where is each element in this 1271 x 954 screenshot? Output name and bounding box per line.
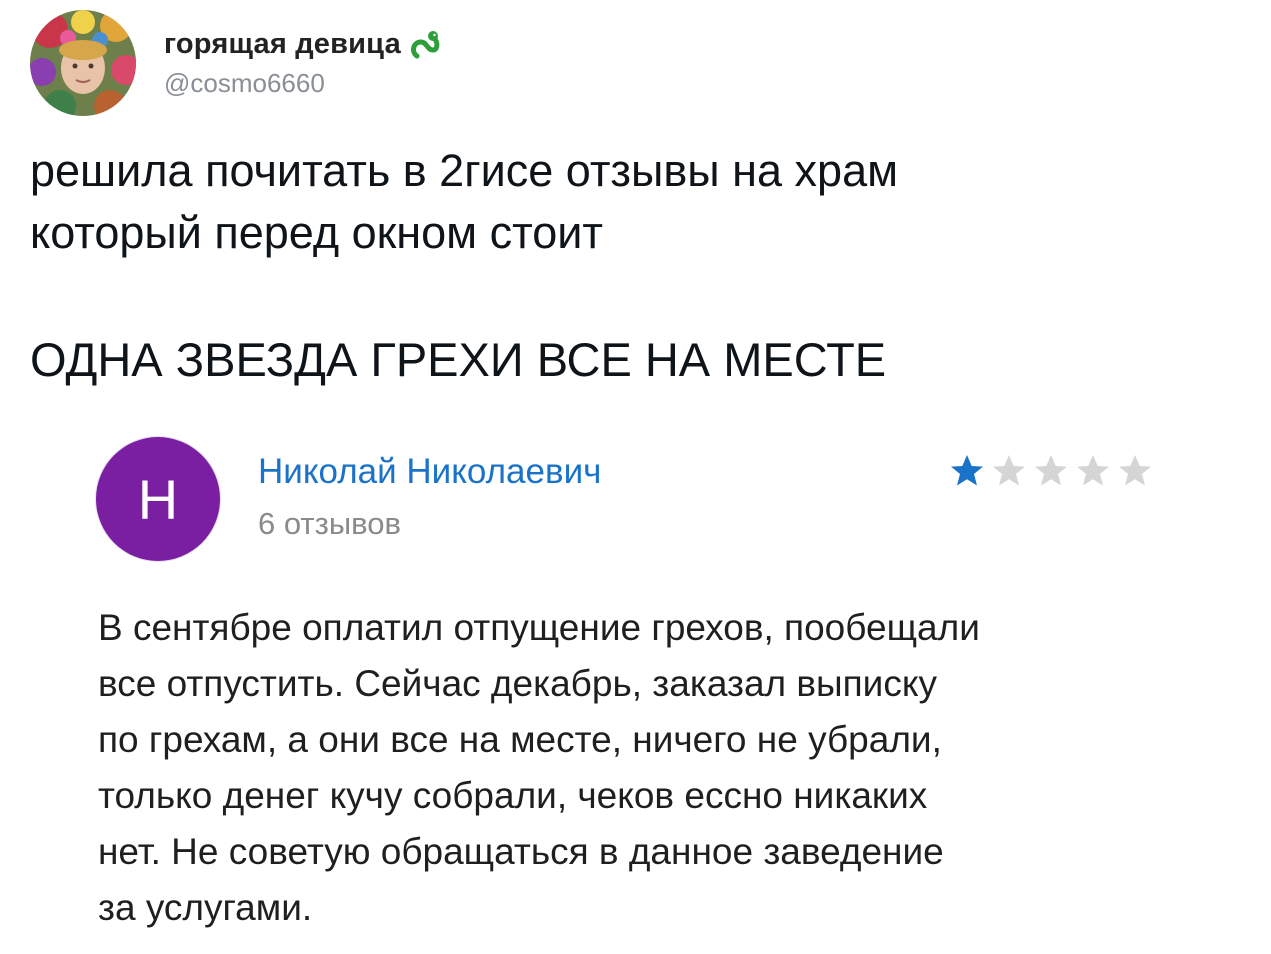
review-body-line: по грехам, а они все на месте, ничего не…: [98, 719, 942, 760]
author-name-row: горящая девица: [164, 28, 443, 62]
reviewer-review-count[interactable]: 6 отзывов: [258, 506, 401, 542]
reviewer-name[interactable]: Николай Николаевич: [258, 452, 601, 492]
review-card: Н Николай Николаевич 6 отзывов В сентябр…: [0, 420, 1271, 954]
tweet-text: решила почитать в 2гисе отзывы на храм к…: [30, 140, 1250, 264]
star-empty-icon: [1119, 455, 1151, 486]
tweet-text-line: решила почитать в 2гисе отзывы на храм: [30, 145, 899, 196]
review-body-line: В сентябре оплатил отпущение грехов, поо…: [98, 607, 980, 648]
star-empty-icon: [1035, 455, 1067, 486]
review-body-line: нет. Не советую обращаться в данное заве…: [98, 831, 944, 872]
author-avatar[interactable]: [30, 10, 136, 116]
review-body-line: все отпустить. Сейчас декабрь, заказал в…: [98, 663, 937, 704]
review-body-line: только денег кучу собрали, чеков ессно н…: [98, 775, 928, 816]
author-name[interactable]: горящая девица: [164, 28, 401, 61]
star-rating: [950, 454, 1152, 488]
tweet-header: горящая девица @cosmo6660: [30, 8, 443, 118]
review-body: В сентябре оплатил отпущение грехов, поо…: [98, 600, 1218, 936]
reviewer-avatar-letter: Н: [137, 467, 179, 531]
author-meta: горящая девица @cosmo6660: [164, 28, 443, 99]
review-body-line: за услугами.: [98, 887, 313, 928]
reviewer-avatar[interactable]: Н: [96, 437, 220, 561]
snake-icon: [409, 28, 443, 62]
author-avatar-image: [30, 10, 136, 116]
author-handle[interactable]: @cosmo6660: [164, 68, 443, 99]
star-filled-icon: [951, 455, 983, 486]
star-empty-icon: [1077, 455, 1109, 486]
tweet-caps-line: ОДНА ЗВЕЗДА ГРЕХИ ВСЕ НА МЕСТЕ: [30, 333, 887, 386]
star-empty-icon: [993, 455, 1025, 486]
tweet-text-line: который перед окном стоит: [30, 207, 604, 258]
